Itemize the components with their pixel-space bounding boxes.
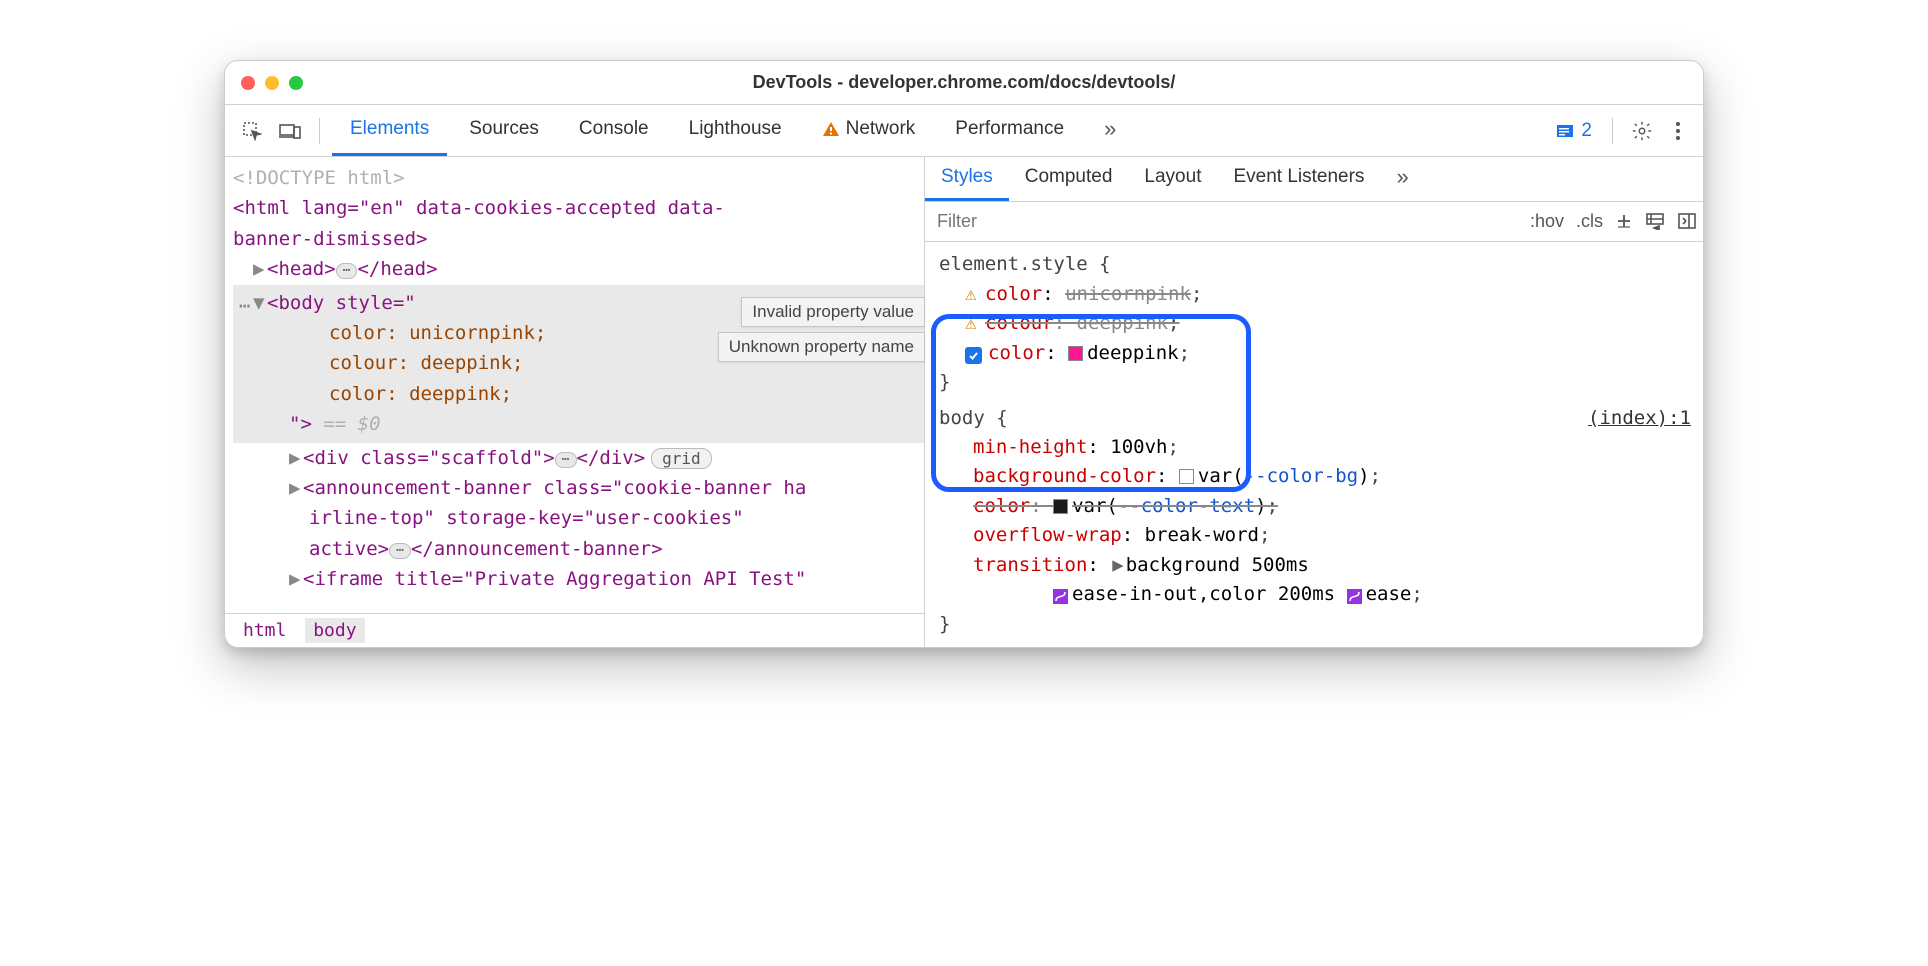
issues-icon [1555,122,1575,140]
tab-more[interactable]: » [1380,157,1424,201]
device-toolbar-icon[interactable] [273,114,307,148]
devtools-window: DevTools - developer.chrome.com/docs/dev… [224,60,1704,648]
source-link[interactable]: (index):1 [1588,404,1691,433]
color-swatch-icon[interactable] [1068,346,1083,361]
warning-icon [822,120,840,138]
panel-tabs: Elements Sources Console Lighthouse Netw… [332,105,1134,156]
warning-icon: ⚠ [965,280,985,309]
easing-icon[interactable] [1347,589,1362,604]
grid-badge[interactable]: grid [651,448,712,469]
tab-sources[interactable]: Sources [451,105,557,156]
expand-icon[interactable]: ⋯ [389,543,411,559]
color-swatch-icon[interactable] [1179,469,1194,484]
rule-body[interactable]: body { (index):1 min-height: 100vh; back… [939,404,1691,640]
elements-panel: <!DOCTYPE html> <html lang="en" data-coo… [225,157,925,647]
issues-counter[interactable]: 2 [1547,120,1600,142]
window-title: DevTools - developer.chrome.com/docs/dev… [225,72,1703,93]
tab-event-listeners[interactable]: Event Listeners [1217,157,1380,201]
dom-tree[interactable]: <!DOCTYPE html> <html lang="en" data-coo… [225,157,924,613]
color-swatch-icon[interactable] [1053,499,1068,514]
div-tag[interactable]: ▶<div class="scaffold">⋯</div>grid [233,443,924,473]
titlebar: DevTools - developer.chrome.com/docs/dev… [225,61,1703,105]
breadcrumb-html[interactable]: html [235,618,294,643]
checkbox-icon[interactable] [965,347,982,364]
tab-styles[interactable]: Styles [925,157,1009,201]
rule-element-style[interactable]: element.style { ⚠color: unicornpink; ⚠co… [939,250,1691,397]
new-rule-icon[interactable] [1615,212,1633,230]
style-declaration[interactable]: transition: ▶background 500ms [973,551,1691,580]
node-actions-icon[interactable]: ⋯ [239,291,250,321]
tab-more[interactable]: » [1086,105,1134,156]
toolbar-separator [319,118,320,144]
tab-lighthouse[interactable]: Lighthouse [671,105,800,156]
tab-performance[interactable]: Performance [937,105,1082,156]
warning-icon: ⚠ [965,309,985,338]
tooltip-invalid-value: Invalid property value [741,297,925,327]
computed-styles-icon[interactable] [1645,212,1665,230]
style-declaration[interactable]: color: deeppink; [965,339,1691,368]
style-declaration[interactable]: background-color: var(--color-bg); [973,462,1691,491]
zoom-window-icon[interactable] [289,76,303,90]
tooltip-unknown-name: Unknown property name [718,332,925,362]
iframe-tag[interactable]: ▶<iframe title="Private Aggregation API … [233,564,924,594]
expand-icon[interactable]: ▶ [1112,551,1123,580]
minimize-window-icon[interactable] [265,76,279,90]
html-tag[interactable]: banner-dismissed> [233,224,924,254]
breadcrumb: html body [225,613,924,647]
tab-computed[interactable]: Computed [1009,157,1129,201]
expand-icon[interactable]: ⋯ [555,452,577,468]
style-declaration[interactable]: overflow-wrap: break-word; [973,521,1691,550]
toggle-sidebar-icon[interactable] [1677,212,1697,230]
toolbar-separator [1612,118,1613,144]
tab-network[interactable]: Network [804,105,934,156]
styles-toolbar: :hov .cls [925,202,1703,243]
settings-icon[interactable] [1625,114,1659,148]
styles-rules: element.style { ⚠color: unicornpink; ⚠co… [925,242,1703,647]
main-toolbar: Elements Sources Console Lighthouse Netw… [225,105,1703,157]
panes: <!DOCTYPE html> <html lang="en" data-coo… [225,157,1703,647]
hov-toggle[interactable]: :hov [1530,211,1564,232]
cls-toggle[interactable]: .cls [1576,211,1603,232]
traffic-lights [241,76,303,90]
style-declaration[interactable]: ⚠color: unicornpink; [965,280,1691,309]
inspect-element-icon[interactable] [235,114,269,148]
head-tag[interactable]: ▶<head>⋯</head> [233,254,924,284]
doctype: <!DOCTYPE html> [233,163,924,193]
tab-console[interactable]: Console [561,105,667,156]
style-declaration[interactable]: ⚠colour: deeppink; [965,309,1691,338]
more-menu-icon[interactable] [1663,116,1693,146]
easing-icon[interactable] [1053,589,1068,604]
expand-icon[interactable]: ⋯ [336,263,358,279]
html-tag[interactable]: <html lang="en" data-cookies-accepted da… [233,193,924,223]
sidebar-tabs: Styles Computed Layout Event Listeners » [925,157,1703,202]
filter-input[interactable] [937,211,1518,232]
close-window-icon[interactable] [241,76,255,90]
announcement-banner-tag[interactable]: ▶<announcement-banner class="cookie-bann… [233,473,924,503]
style-declaration[interactable]: min-height: 100vh; [973,433,1691,462]
breadcrumb-body[interactable]: body [305,618,364,643]
tab-elements[interactable]: Elements [332,105,447,156]
style-declaration[interactable]: color: var(--color-text); [973,492,1691,521]
styles-sidebar: Styles Computed Layout Event Listeners »… [925,157,1703,647]
tab-layout[interactable]: Layout [1128,157,1217,201]
